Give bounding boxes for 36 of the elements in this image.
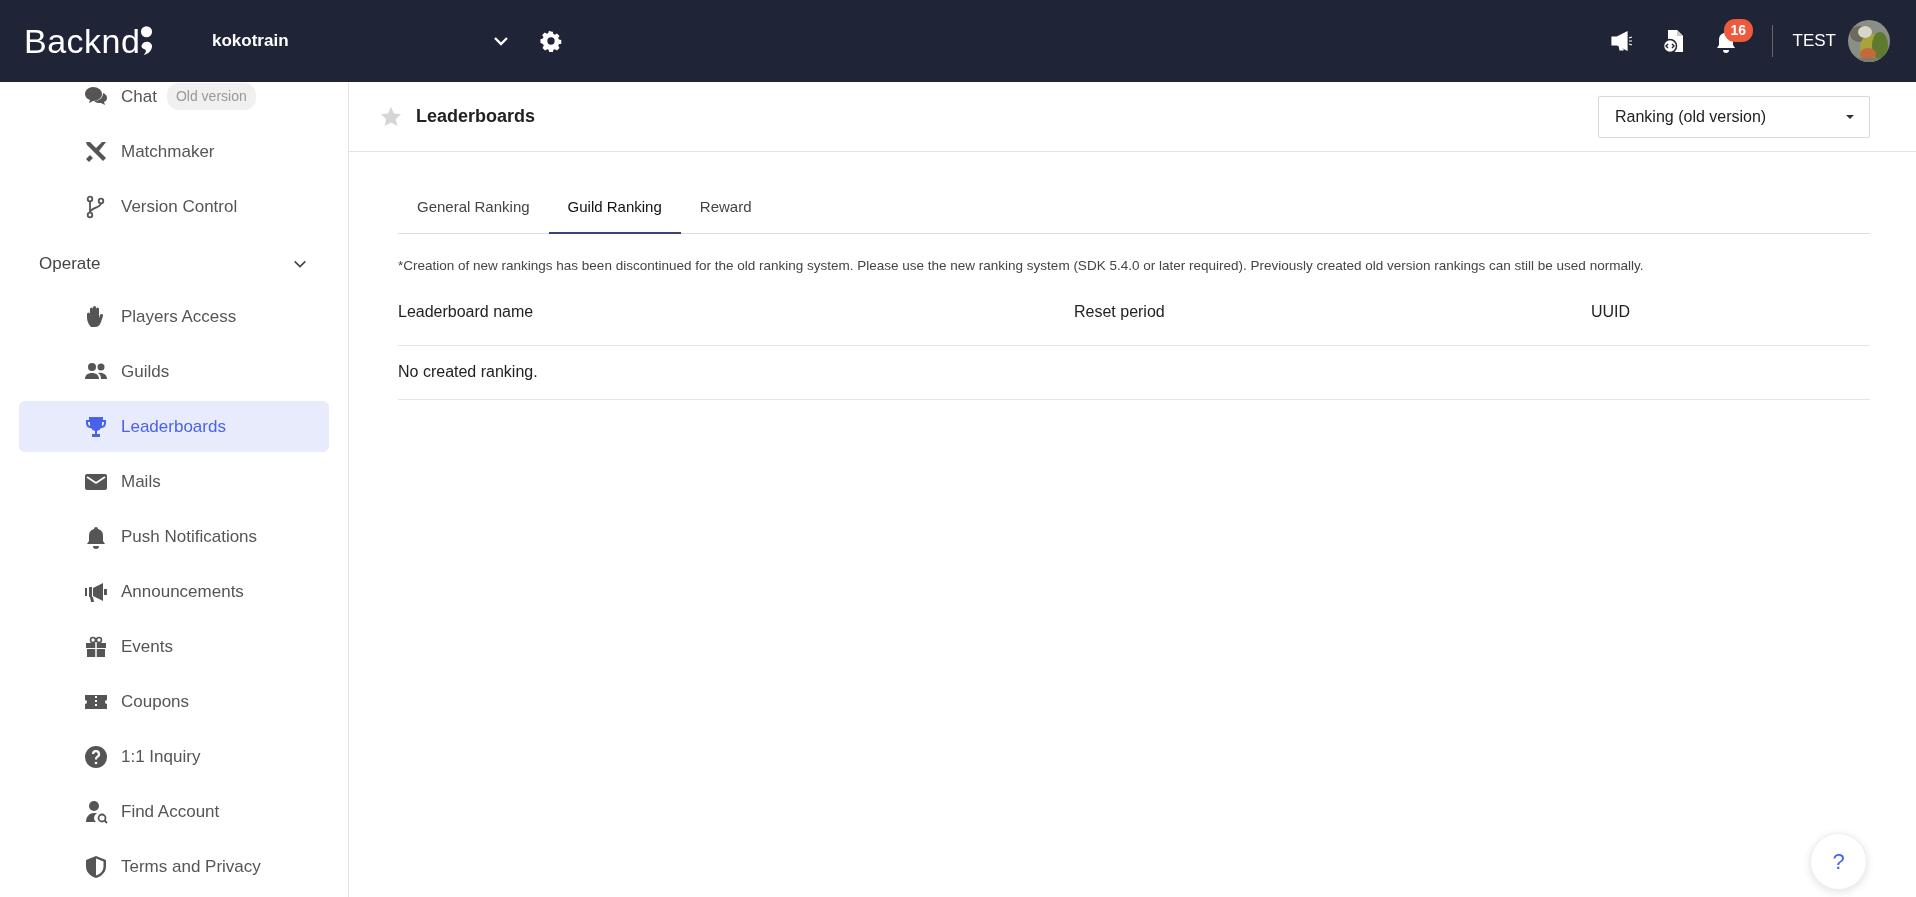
sidebar-item[interactable]: Events [19,621,329,672]
tab[interactable]: General Ranking [398,184,549,234]
sidebar-item[interactable]: Version Control [19,181,329,232]
sidebar-item[interactable]: 1:1 Inquiry [19,731,329,782]
sidebar-item[interactable]: Chat [121,83,157,110]
tab[interactable]: Guild Ranking [548,184,681,234]
notification-count: 16 [1723,18,1754,42]
project-name[interactable]: kokotrain [212,28,492,54]
column-header: Reset period [1074,301,1166,322]
user-name[interactable]: TEST [1792,28,1836,54]
column-header: UUID [1591,301,1631,322]
column-header: Leaderboard name [398,301,535,322]
empty-message: No created ranking. [398,362,538,383]
sidebar-item[interactable]: Leaderboards [19,401,329,452]
logo-mark-icon [140,26,154,56]
sidebar-item[interactable]: Players Access [19,291,329,342]
sidebar-item[interactable]: Push Notifications [19,511,329,562]
sidebar-item[interactable]: Announcements [19,566,329,617]
page-title: Leaderboards [416,105,536,128]
sidebar-item[interactable]: Coupons [19,676,329,727]
section-header[interactable]: Operate [0,236,348,291]
version-tag: Old version [166,83,256,110]
settings-icon [540,30,562,52]
logo-text: Backnd [24,20,141,62]
sidebar-item[interactable]: Mails [19,456,329,507]
megaphone-icon[interactable] [1609,29,1634,53]
notice-text: *Creation of new rankings has been discontinued for the old ranking system. Please use the new ranking system (SDK 5.4.0 or later required). Previously created old version rankings can still be used normally. [398,256,1645,275]
help-button[interactable]: ? [1810,833,1867,890]
sidebar-item[interactable]: Terms and Privacy [19,841,329,892]
tab[interactable]: Reward [680,184,771,234]
sidebar-item[interactable]: Find Account [19,786,329,837]
version-dropdown[interactable]: Ranking (old version) [1598,95,1870,138]
code-file-icon[interactable] [1661,29,1686,53]
sidebar-item[interactable]: Matchmaker [19,126,329,177]
caret-icon [1845,113,1855,120]
sidebar-item[interactable]: Guilds [19,346,329,397]
